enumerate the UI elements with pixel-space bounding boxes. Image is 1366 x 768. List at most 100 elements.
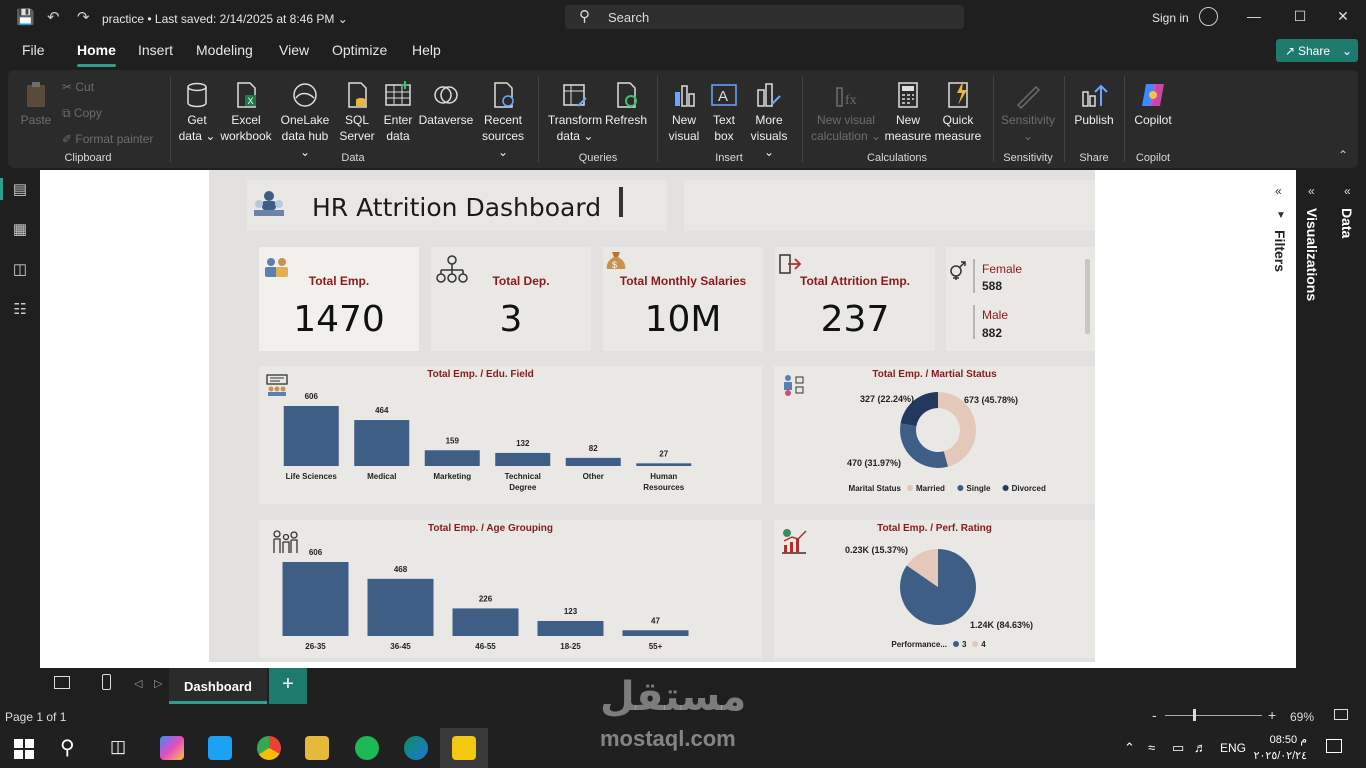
new-visual-button[interactable]: New visual [665, 80, 703, 144]
save-icon[interactable]: 💾 [16, 8, 35, 26]
model-view-icon[interactable]: ◫ [10, 260, 30, 280]
input-language[interactable]: ENG [1220, 741, 1246, 755]
transform-data-button[interactable]: Transform data ⌄ [547, 80, 603, 144]
zoom-in-button[interactable]: + [1268, 707, 1276, 723]
close-icon[interactable]: ✕ [1333, 8, 1353, 25]
twitter-icon[interactable] [208, 736, 232, 760]
category-label: 55+ [649, 642, 663, 651]
kpi-total-departments[interactable]: Total Dep. 3 [431, 247, 591, 351]
menu-insert[interactable]: Insert [138, 42, 173, 58]
expand-visualizations-icon[interactable]: « [1308, 184, 1315, 198]
copilot-button[interactable]: Copilot [1130, 80, 1176, 128]
menu-view[interactable]: View [279, 42, 309, 58]
new-visual-calculation-button[interactable]: fx New visual calculation ⌄ [808, 80, 884, 144]
file-explorer-icon[interactable] [305, 736, 329, 760]
expand-filters-icon[interactable]: « [1275, 184, 1282, 198]
tab-dashboard[interactable]: Dashboard [169, 668, 267, 704]
table-grid-icon [385, 81, 411, 106]
recent-label-1: Recent [483, 113, 523, 127]
notifications-icon[interactable] [1326, 739, 1342, 753]
taskbar-search-icon[interactable]: ⚲ [60, 735, 75, 760]
fit-to-page-icon[interactable] [1334, 709, 1348, 720]
gender-card[interactable]: Female 588 Male 882 [946, 247, 1095, 351]
redo-icon[interactable]: ↷ [77, 8, 90, 26]
report-view-icon[interactable]: ▤ [10, 180, 30, 200]
filters-label[interactable]: Filters [1272, 230, 1288, 272]
refresh-button[interactable]: Refresh [605, 80, 647, 128]
sql-server-button[interactable]: SQL Server [338, 80, 376, 144]
text-box-button[interactable]: A Text box [706, 80, 742, 144]
menu-help[interactable]: Help [412, 42, 441, 58]
zoom-slider-thumb[interactable] [1193, 709, 1196, 721]
visualizations-label[interactable]: Visualizations [1304, 208, 1320, 301]
kpi-total-employees[interactable]: Total Emp. 1470 [259, 247, 419, 351]
clock-date[interactable]: ٢٠٢٥/٠٢/٢٤ [1252, 749, 1307, 762]
sensitivity-button[interactable]: Sensitivity ⌄ [998, 80, 1058, 144]
dax-query-view-icon[interactable]: ☷ [10, 300, 30, 320]
wifi-icon[interactable]: ≈ [1148, 740, 1155, 755]
format-painter-button[interactable]: ✐ Format painter [62, 131, 153, 147]
paste-button[interactable]: Paste [16, 80, 56, 128]
new-measure-button[interactable]: New measure [884, 80, 932, 144]
chrome-icon[interactable] [257, 736, 281, 760]
female-label: Female [982, 262, 1023, 276]
windows-start-icon[interactable] [14, 739, 34, 759]
battery-icon[interactable]: ▭ [1172, 740, 1184, 756]
dataverse-button[interactable]: Dataverse [418, 80, 474, 128]
svg-text:$: $ [612, 260, 617, 270]
chart-age-grouping[interactable]: Total Emp. / Age Grouping 606 26-35 468 36-… [259, 520, 762, 658]
search-box[interactable]: ⚲ Search [565, 5, 964, 29]
expand-data-icon[interactable]: « [1344, 184, 1351, 198]
copilot-taskbar-icon[interactable] [160, 736, 184, 760]
onelake-button[interactable]: OneLake data hub ⌄ [275, 80, 335, 160]
title-bar: 💾 ↶ ↷ practice • Last saved: 2/14/2025 a… [0, 0, 1366, 36]
show-hidden-icons[interactable]: ⌃ [1124, 740, 1135, 756]
collapse-ribbon-icon[interactable]: ⌃ [1338, 148, 1348, 162]
clock-time[interactable]: 08:50 م [1257, 733, 1307, 746]
chart-edu-field[interactable]: Total Emp. / Edu. Field 606 Life Sciences… [259, 366, 762, 504]
enter-data-button[interactable]: Enter data [380, 80, 416, 144]
mobile-layout-icon[interactable] [102, 674, 111, 690]
chart-marital-status[interactable]: Total Emp. / Martial Status 673 (45.78%)… [774, 366, 1095, 504]
next-page-icon[interactable]: ▷ [154, 677, 162, 690]
account-icon[interactable] [1199, 7, 1218, 26]
filters-pane[interactable]: « ▼ Filters [1264, 170, 1296, 668]
prev-page-icon[interactable]: ◁ [134, 677, 142, 690]
add-page-button[interactable]: + [269, 668, 307, 704]
copy-label: Copy [73, 106, 102, 120]
menu-optimize[interactable]: Optimize [332, 42, 387, 58]
volume-icon[interactable]: ♬ [1194, 740, 1207, 755]
task-view-icon[interactable]: ◫ [110, 737, 126, 757]
zoom-level[interactable]: 69% [1290, 710, 1314, 724]
sign-in-link[interactable]: Sign in [1152, 11, 1189, 25]
zoom-slider-track[interactable] [1165, 715, 1262, 716]
power-bi-icon[interactable] [452, 736, 476, 760]
table-view-icon[interactable]: ▦ [10, 220, 30, 240]
excel-workbook-button[interactable]: X Excel workbook [218, 80, 274, 144]
more-visuals-button[interactable]: More visuals ⌄ [744, 80, 794, 160]
share-button[interactable]: ↗ Share ⌄ [1276, 39, 1358, 62]
publish-button[interactable]: Publish [1072, 80, 1116, 128]
menu-file[interactable]: File [22, 42, 45, 58]
copy-button[interactable]: ⧉ Copy [62, 105, 102, 121]
quick-measure-button[interactable]: Quick measure [934, 80, 982, 144]
minimize-icon[interactable]: — [1244, 8, 1264, 24]
maximize-icon[interactable]: ☐ [1290, 8, 1310, 25]
kpi-total-attrition[interactable]: Total Attrition Emp. 237 [775, 247, 935, 351]
cut-button[interactable]: ✂ Cut [62, 79, 94, 95]
spotify-icon[interactable] [355, 736, 379, 760]
desktop-layout-icon[interactable] [54, 676, 70, 689]
edge-icon[interactable] [404, 736, 428, 760]
chart-perf-rating[interactable]: Total Emp. / Perf. Rating 1.24K (84.63%)… [774, 520, 1095, 658]
recent-sources-button[interactable]: Recent sources ⌄ [476, 80, 530, 160]
kpi-total-monthly-salaries[interactable]: $ Total Monthly Salaries 10M [603, 247, 763, 351]
group-calculations: Calculations [867, 152, 927, 164]
zoom-out-button[interactable]: - [1152, 707, 1157, 723]
menu-modeling[interactable]: Modeling [196, 42, 253, 58]
new-visual-label-1: New [671, 113, 696, 127]
card-scrollbar[interactable] [1085, 259, 1090, 334]
get-data-button[interactable]: Get data ⌄ [177, 80, 217, 144]
data-label[interactable]: Data [1339, 208, 1355, 238]
undo-icon[interactable]: ↶ [47, 8, 60, 26]
menu-home[interactable]: Home [77, 42, 116, 67]
